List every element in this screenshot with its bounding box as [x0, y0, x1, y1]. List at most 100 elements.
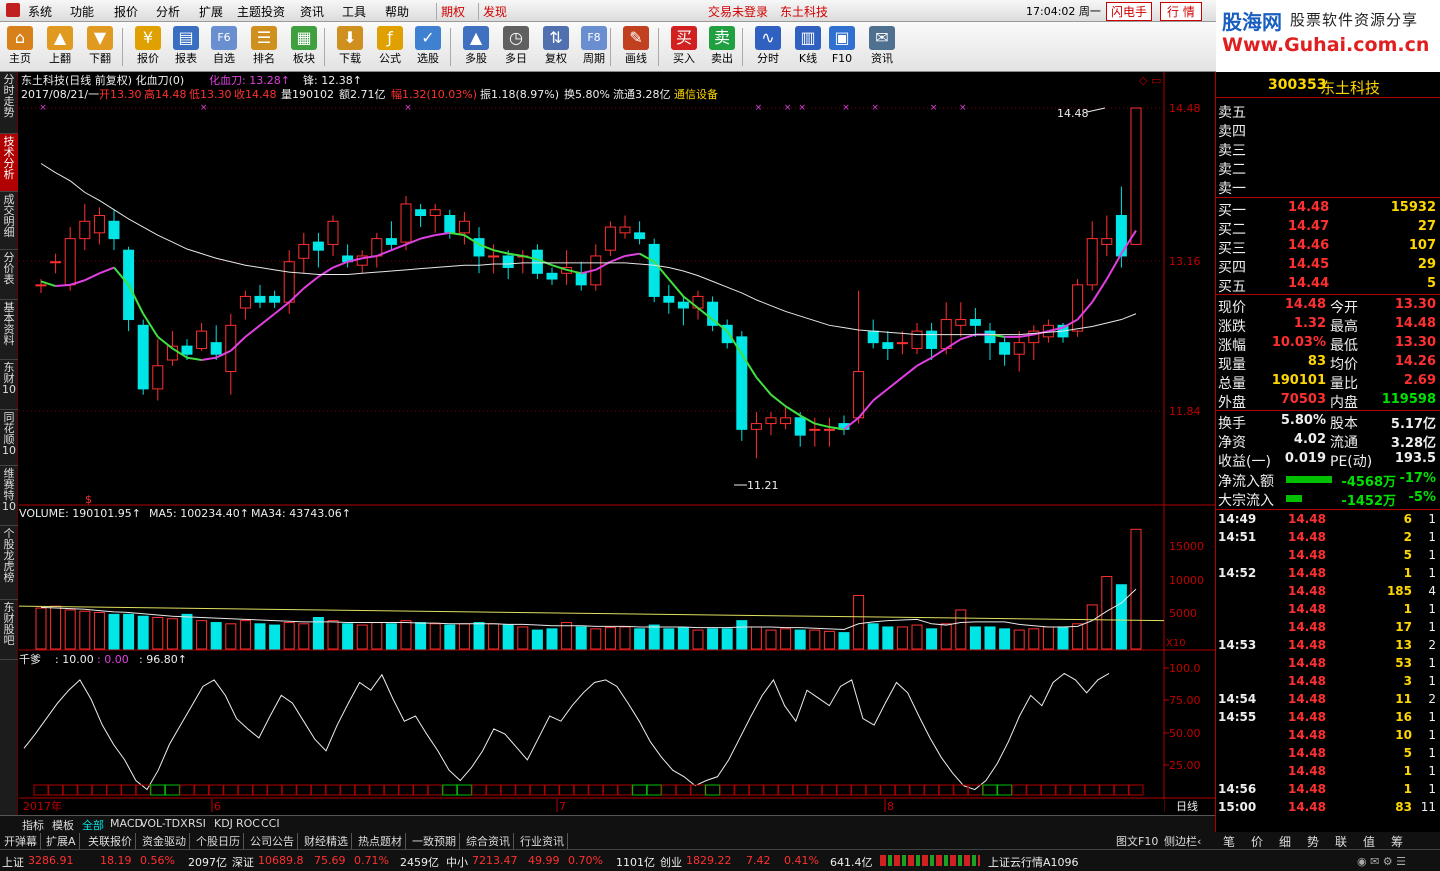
panel-tab-4[interactable]: 联 — [1335, 833, 1347, 850]
arrow-down-icon: ▼ — [87, 26, 113, 50]
toolbar-multi-button[interactable]: ▲ 多股 — [456, 24, 496, 70]
side-tab-9[interactable]: 东财股吧 — [0, 600, 18, 660]
ma-fast-segment — [435, 231, 450, 237]
kline-chart[interactable]: × × × × × × × × × × 14.48 11.21 14.48 13.16 11.84 东土科技(… — [18, 72, 1215, 832]
bottom-tab-3[interactable]: 资金驱动 — [142, 833, 190, 849]
menu-function[interactable]: 功能 — [70, 3, 94, 20]
toolbar-f6-button[interactable]: F6 自选 — [204, 24, 244, 70]
indicator-tab-4[interactable]: VOL-TDX — [140, 817, 188, 830]
menu-system[interactable]: 系统 — [28, 3, 52, 20]
kline-chart-area[interactable]: × × × × × × × × × × 14.48 11.21 14.48 13.16 11.84 东土科技(… — [18, 72, 1215, 832]
panel-tab-6[interactable]: 筹 — [1391, 833, 1403, 850]
tick-time: 14:53 — [1218, 638, 1257, 652]
tick-price: 14.48 — [1288, 566, 1326, 580]
side-tab-8[interactable]: 个股龙虎榜 — [0, 526, 18, 600]
tab-discover[interactable]: 发现 — [478, 3, 507, 20]
bottom-tab-7[interactable]: 热点题材 — [358, 833, 406, 849]
volume-bar — [794, 629, 806, 650]
sidebar-toggle[interactable]: 侧边栏‹ — [1164, 833, 1201, 849]
menu-analysis[interactable]: 分析 — [156, 3, 180, 20]
toolbar-download-button[interactable]: ⬇ 下载 — [330, 24, 370, 70]
signal-box — [33, 784, 49, 796]
quote-button[interactable]: 行 情 — [1160, 2, 1202, 21]
toolbar-sell-button[interactable]: 卖卖出 — [702, 24, 742, 70]
toolbar-blocks-button[interactable]: ▦ 板块 — [284, 24, 324, 70]
bottom-tab-0[interactable]: 开弹幕 — [4, 833, 41, 849]
indicator-tab-6[interactable]: KDJ — [214, 817, 233, 830]
toolbar-draw-button[interactable]: ✎ 画线 — [616, 24, 656, 70]
status-icons[interactable]: ◉ ✉ ⚙ ☰ — [1357, 855, 1406, 868]
bottom-tab-10[interactable]: 行业资讯 — [520, 833, 568, 849]
indicator-tab-3[interactable]: MACD — [110, 817, 143, 830]
side-tab-6[interactable]: 同花顺10 — [0, 410, 18, 466]
side-tab-4[interactable]: 基本资料 — [0, 300, 18, 360]
side-tab-7[interactable]: 维赛特10 — [0, 466, 18, 526]
cloud-quote[interactable]: 上证云行情A1096 — [988, 854, 1079, 870]
bottom-tab-5[interactable]: 公司公告 — [250, 833, 298, 849]
panel-divider — [1216, 509, 1440, 510]
guhai-logo: 股海网 股票软件资源分享 Www.Guhai.com.cn — [1216, 0, 1440, 72]
menu-extend[interactable]: 扩展 — [199, 3, 223, 20]
panel-tab-0[interactable]: 笔 — [1223, 833, 1235, 850]
bottom-tab-1[interactable]: 扩展A — [46, 833, 80, 849]
indicator-tab-0[interactable]: 指标 — [22, 817, 44, 833]
bottom-tab-4[interactable]: 个股日历 — [196, 833, 244, 849]
toolbar-rank-button[interactable]: ☰ 排名 — [244, 24, 284, 70]
toolbar-arrow-up-button[interactable]: ▲ 上翻 — [40, 24, 80, 70]
menu-help[interactable]: 帮助 — [385, 3, 409, 20]
bottom-tab-2[interactable]: 关联报价 — [88, 833, 136, 849]
ma-fast-segment — [1105, 253, 1123, 280]
candle-body — [239, 295, 251, 309]
toolbar-formula-button[interactable]: ƒ 公式 — [370, 24, 410, 70]
toolbar-adjust-button[interactable]: ⇅ 复权 — [536, 24, 576, 70]
flash-trade-button[interactable]: 闪电手 — [1106, 2, 1153, 21]
toolbar-f8-button[interactable]: F8 周期 — [574, 24, 614, 70]
toolbar-report-button[interactable]: ▤ 报表 — [166, 24, 206, 70]
indicator-tab-2[interactable]: 全部 — [82, 817, 104, 833]
panel-tab-3[interactable]: 势 — [1307, 833, 1319, 850]
panel-tab-5[interactable]: 值 — [1363, 833, 1375, 850]
f10-text-button[interactable]: 图文F10 — [1116, 833, 1158, 849]
side-tab-1[interactable]: 技术分析 — [0, 134, 18, 192]
login-status[interactable]: 交易未登录 — [708, 3, 768, 20]
tab-options[interactable]: 期权 — [436, 3, 465, 20]
signal-box — [1055, 784, 1071, 796]
menu-tools[interactable]: 工具 — [342, 3, 366, 20]
bottom-tab-6[interactable]: 财经精选 — [304, 833, 352, 849]
toolbar-clock-button[interactable]: ◷ 多日 — [496, 24, 536, 70]
indicator-tab-1[interactable]: 模板 — [52, 817, 74, 833]
bottom-tab-9[interactable]: 综合资讯 — [466, 833, 514, 849]
indicator-tab-8[interactable]: CCI — [261, 817, 280, 830]
bottom-tab-8[interactable]: 一致预期 — [412, 833, 460, 849]
toolbar-select-button[interactable]: ✓ 选股 — [408, 24, 448, 70]
candle-body — [823, 428, 835, 431]
toolbar-home-button[interactable]: ⌂ 主页 — [0, 24, 40, 70]
side-tab-0[interactable]: 分时走势 — [0, 72, 18, 134]
menu-quote[interactable]: 报价 — [114, 3, 138, 20]
ma-fast-segment — [317, 266, 334, 278]
toolbar-arrow-down-button[interactable]: ▼ 下翻 — [80, 24, 120, 70]
right-bottom-tabs: 笔价细势联值筹 — [1215, 832, 1440, 849]
toolbar-buy-button[interactable]: 买买入 — [664, 24, 704, 70]
ma-fast-segment — [303, 275, 320, 290]
menu-theme-invest[interactable]: 主题投资 — [237, 3, 285, 20]
panel-tab-2[interactable]: 细 — [1279, 833, 1291, 850]
toolbar-intraday-button[interactable]: ∿ 分时 — [748, 24, 788, 70]
stat-value: 13.30 — [1394, 335, 1436, 350]
toolbar-news-button[interactable]: ✉ 资讯 — [862, 24, 902, 70]
side-tab-3[interactable]: 分价表 — [0, 250, 18, 300]
volume-bar — [1086, 604, 1098, 650]
menu-news[interactable]: 资讯 — [300, 3, 324, 20]
bid-row: 买二 14.47 27 — [1216, 218, 1440, 238]
side-tab-5[interactable]: 东财10 — [0, 360, 18, 410]
panel-tab-1[interactable]: 价 — [1251, 833, 1263, 850]
toolbar-yen-button[interactable]: ¥ 报价 — [128, 24, 168, 70]
candle-body — [546, 272, 558, 280]
toolbar-f10-button[interactable]: ▣ F10 — [822, 24, 862, 70]
app-icon[interactable] — [6, 3, 20, 17]
indicator-tab-5[interactable]: RSI — [188, 817, 206, 830]
side-tab-2[interactable]: 成交明细 — [0, 192, 18, 250]
candle-body — [269, 295, 281, 303]
signal-marker: × — [404, 103, 412, 113]
indicator-tab-7[interactable]: ROC — [236, 817, 260, 830]
